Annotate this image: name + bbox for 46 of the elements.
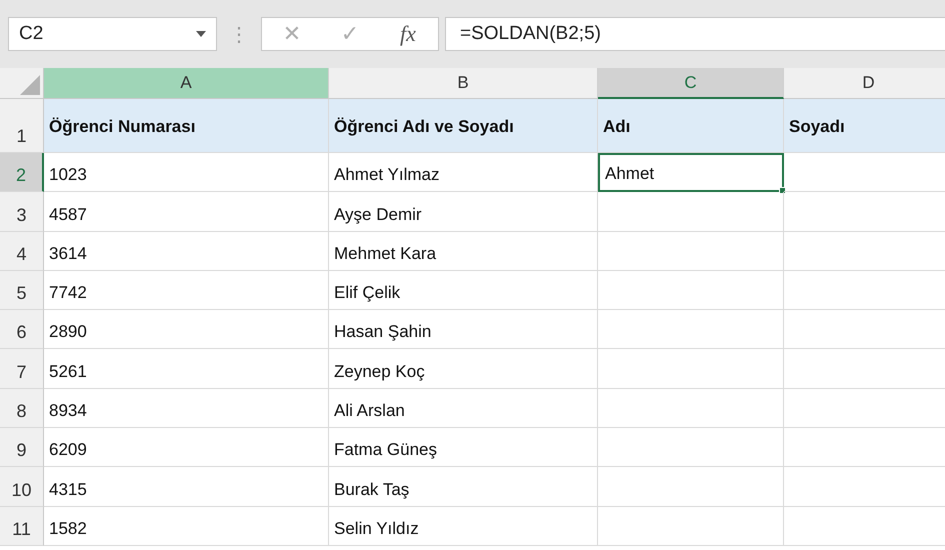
active-cell[interactable]: Ahmet [598,153,784,192]
table-cell: Elif Çelik [329,270,598,310]
table-cell: 2890 [44,310,329,350]
row-header[interactable]: 10 [0,467,44,507]
table-cell: Ali Arslan [329,388,598,428]
table-cell: 4587 [44,192,329,232]
table-cell: 7742 [44,270,329,310]
table-cell: Mehmet Kara [329,232,598,271]
row-header[interactable]: 2 [0,153,44,192]
row-header[interactable]: 6 [0,310,44,350]
row-header[interactable]: 4 [0,232,44,271]
row-header[interactable]: 11 [0,506,44,546]
fill-handle[interactable] [779,187,786,194]
table-cell: Fatma Güneş [329,428,598,468]
table-cell: 5261 [44,349,329,389]
column-header[interactable]: D [784,68,945,99]
column-header[interactable]: B [329,68,598,99]
table-cell: 6209 [44,428,329,468]
table-cell: 4315 [44,467,329,507]
caret-icon[interactable] [196,31,206,37]
row-header[interactable]: 1 [0,99,44,153]
row-header[interactable]: 5 [0,270,44,310]
table-cell: 8934 [44,388,329,428]
formula-field[interactable]: =SOLDAN(B2;5) [445,17,945,51]
name-box[interactable]: C2 [8,17,217,51]
row-header[interactable]: 8 [0,388,44,428]
table-cell: Ayşe Demir [329,192,598,232]
table-cell: Burak Taş [329,467,598,507]
table-cell: 1023 [44,153,329,192]
table-cell: Ahmet Yılmaz [329,153,598,192]
header-cell: Öğrenci Adı ve Soyadı [329,99,598,153]
row-header[interactable]: 7 [0,349,44,389]
cell-reference: C2 [19,23,44,45]
table-cell: 1582 [44,506,329,546]
insert-function-button[interactable]: fx [386,19,430,49]
table-cell: Hasan Şahin [329,310,598,350]
row-header[interactable]: 3 [0,192,44,232]
header-cell: Öğrenci Numarası [44,99,329,153]
header-cell: Adı [598,99,784,153]
table-cell: Zeynep Koç [329,349,598,389]
table-cell: 3614 [44,232,329,271]
table-cell: Selin Yıldız [329,506,598,546]
header-cell: Soyadı [784,99,945,153]
row-header[interactable]: 9 [0,428,44,468]
column-header[interactable]: A [44,68,329,99]
column-header[interactable]: C [598,68,784,99]
